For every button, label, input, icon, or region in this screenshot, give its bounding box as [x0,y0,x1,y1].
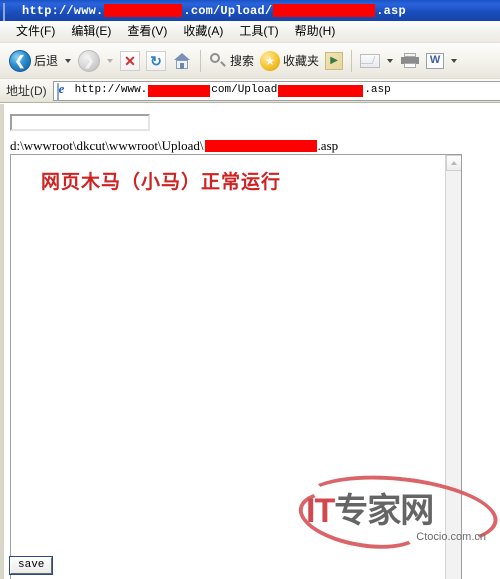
status-message: 网页木马（小马）正常运行 [41,172,282,193]
stop-glyph: ✕ [124,52,136,69]
redaction-block-path-filename [204,139,317,152]
search-button[interactable]: 搜索 [206,46,257,76]
code-editor-textarea[interactable]: 网页木马（小马）正常运行 [10,154,462,579]
stop-icon: ✕ [120,50,141,71]
menu-item-favorites[interactable]: 收藏(A) [175,23,231,41]
menu-item-file[interactable]: 文件(F) [8,23,63,41]
redaction-block-address-domain [148,84,211,97]
back-arrow-icon: ❮ [9,49,31,72]
page-content-area: d:\wwwroot\dkcut\wwwroot\Upload\ .asp 网页… [0,104,500,579]
refresh-glyph: ↻ [150,52,162,69]
forward-dropdown-caret-icon [107,58,114,63]
address-bar-label: 地址(D) [6,83,47,98]
menu-item-edit[interactable]: 编辑(E) [63,23,119,41]
address-url-suffix: .asp [364,84,391,96]
mail-button[interactable] [357,46,383,76]
print-icon [400,53,420,68]
edit-dropdown-caret-icon[interactable] [451,58,458,63]
edit-page-icon: W [426,52,445,69]
save-button[interactable]: save [8,556,54,575]
browser-toolbar: ❮ 后退 ❯ ✕ ↻ 搜索 ★ 收藏夹 ▶ W [0,43,500,79]
redaction-block-address-filename [278,84,364,97]
window-title-mid: .com/Upload/ [183,3,273,18]
browser-window: http://www. .com/Upload/ .asp 文件(F) 编辑(E… [0,0,500,579]
editor-scrollbar[interactable] [445,155,461,579]
forward-button: ❯ [75,46,103,76]
favorites-button[interactable]: ★ 收藏夹 [257,46,322,76]
address-url-prefix: http://www. [74,84,148,96]
address-bar: 地址(D) http://www. com/Upload .asp [0,79,500,103]
address-url-mid: com/Upload [211,84,278,96]
stop-button[interactable]: ✕ [117,46,143,76]
forward-arrow-icon: ❯ [78,49,101,72]
page-favicon-icon [56,82,71,100]
title-bar: http://www. .com/Upload/ .asp [0,0,500,21]
scrollbar-up-button[interactable] [446,155,461,171]
mail-dropdown-caret-icon[interactable] [387,58,394,63]
edit-button[interactable]: W [423,46,447,76]
mail-icon [360,53,381,68]
server-path-label: d:\wwwroot\dkcut\wwwroot\Upload\ .asp [10,138,338,153]
chevron-up-icon [451,161,457,165]
search-button-label: 搜索 [230,53,255,68]
window-title-prefix: http://www. [22,3,104,18]
media-icon: ▶ [325,51,344,70]
window-title: http://www. .com/Upload/ .asp [22,4,406,18]
menu-item-tools[interactable]: 工具(T) [231,23,286,41]
address-url-text: http://www. com/Upload .asp [75,84,391,97]
edit-glyph: W [429,54,441,66]
filename-input[interactable] [10,114,150,131]
menu-item-help[interactable]: 帮助(H) [287,23,344,41]
window-title-suffix: .asp [376,3,406,18]
code-editor-content[interactable]: 网页木马（小马）正常运行 [11,155,445,579]
menu-bar: 文件(F) 编辑(E) 查看(V) 收藏(A) 工具(T) 帮助(H) [0,21,500,43]
refresh-button[interactable]: ↻ [143,46,169,76]
refresh-icon: ↻ [146,50,167,71]
print-button[interactable] [397,46,423,76]
home-icon [172,52,192,70]
menu-item-view[interactable]: 查看(V) [119,23,175,41]
address-input[interactable]: http://www. com/Upload .asp [52,80,500,101]
toolbar-separator-2 [351,49,353,72]
home-button[interactable] [169,46,195,76]
ie-logo-icon [3,2,18,21]
redaction-block-filename [273,4,376,17]
media-button[interactable]: ▶ [322,46,346,76]
favorites-button-label: 收藏夹 [283,53,320,68]
search-icon [209,52,227,70]
back-dropdown-caret-icon[interactable] [65,58,72,63]
server-path-suffix: .asp [317,138,339,153]
server-path-prefix: d:\wwwroot\dkcut\wwwroot\Upload\ [10,138,204,153]
back-button[interactable]: ❮ 后退 [6,46,61,76]
redaction-block-domain [104,4,183,17]
star-icon: ★ [260,50,281,71]
media-glyph: ▶ [330,54,338,66]
back-button-label: 后退 [34,53,59,68]
toolbar-separator-1 [200,49,202,72]
